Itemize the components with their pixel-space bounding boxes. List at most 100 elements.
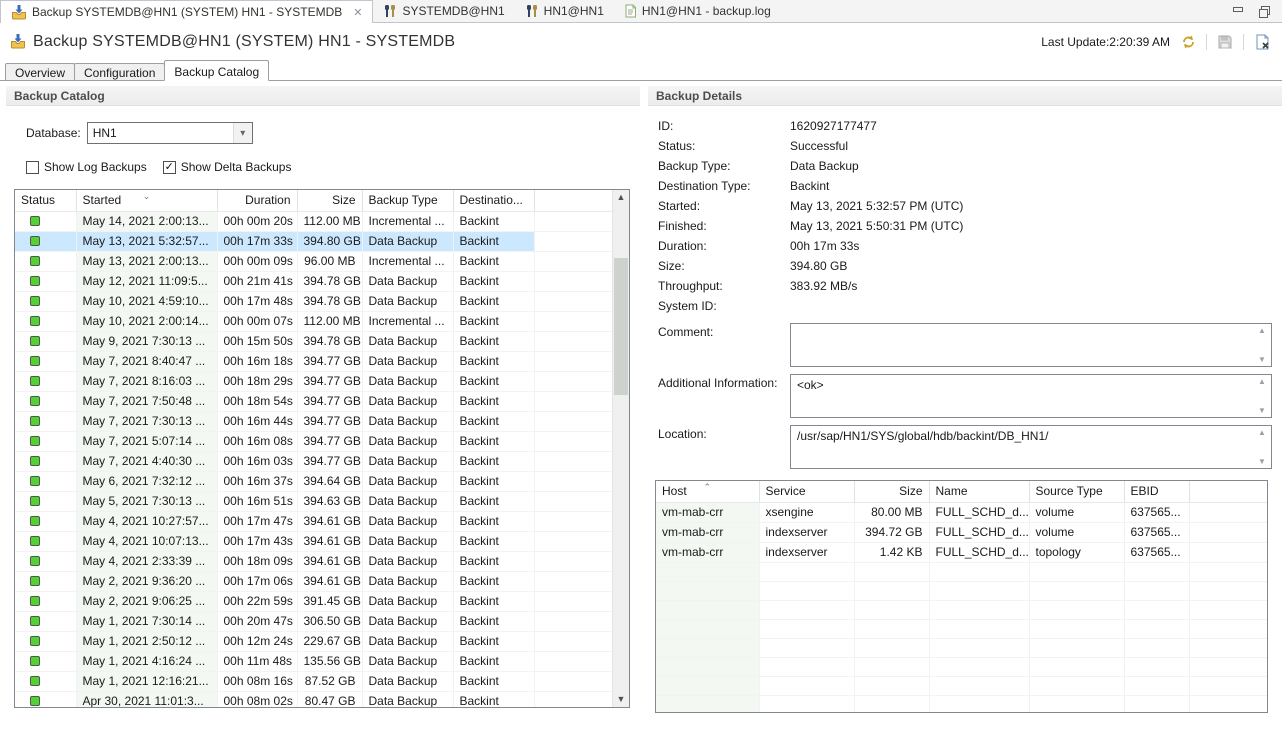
table-row[interactable]: May 5, 2021 7:30:13 ...00h 16m 51s394.63… <box>15 491 614 511</box>
column-header[interactable]: Source Type <box>1029 481 1124 502</box>
table-row[interactable]: May 7, 2021 4:40:30 ...00h 16m 03s394.77… <box>15 451 614 471</box>
table-row[interactable]: May 7, 2021 7:50:48 ...00h 18m 54s394.77… <box>15 391 614 411</box>
detail-field-label: System ID: <box>658 296 790 316</box>
column-header[interactable]: Started⌄ <box>76 190 217 211</box>
column-header[interactable]: Name <box>929 481 1029 502</box>
cell <box>656 657 759 676</box>
cell <box>1189 600 1267 619</box>
column-header[interactable]: Service <box>759 481 854 502</box>
cell: 00h 18m 54s <box>217 391 297 411</box>
cell: 00h 21m 41s <box>217 271 297 291</box>
table-row[interactable]: May 13, 2021 5:32:57...00h 17m 33s394.80… <box>15 231 614 251</box>
column-header[interactable]: Destinatio... <box>453 190 534 211</box>
textbox-scroll-icons: ▲▼ <box>1255 428 1269 466</box>
table-row[interactable]: May 4, 2021 10:07:13...00h 17m 43s394.61… <box>15 531 614 551</box>
editor-tab[interactable]: HN1@HN1 <box>515 0 614 22</box>
refresh-button[interactable] <box>1178 33 1198 51</box>
show-log-backups-checkbox[interactable]: Show Log Backups <box>26 160 147 174</box>
toolbar-separator <box>1243 34 1244 50</box>
table-row[interactable]: May 2, 2021 9:06:25 ...00h 22m 59s391.45… <box>15 591 614 611</box>
editor-tab[interactable]: SYSTEMDB@HN1 <box>373 0 514 22</box>
close-icon[interactable]: ✕ <box>353 6 362 19</box>
column-header[interactable] <box>1189 481 1267 502</box>
column-header[interactable]: Host⌃ <box>656 481 759 502</box>
cell: May 7, 2021 4:40:30 ... <box>76 451 217 471</box>
status-ok-icon <box>30 356 40 366</box>
table-row[interactable]: May 7, 2021 8:16:03 ...00h 18m 29s394.77… <box>15 371 614 391</box>
table-row[interactable]: Apr 30, 2021 11:01:3...00h 08m 02s80.47 … <box>15 691 614 708</box>
cell: 00h 17m 47s <box>217 511 297 531</box>
cell: Data Backup <box>362 371 453 391</box>
table-row[interactable]: vm-mab-crrindexserver1.42 KBFULL_SCHD_d.… <box>656 542 1267 562</box>
cell <box>854 695 929 713</box>
scroll-down-icon[interactable]: ▼ <box>613 692 629 707</box>
column-header[interactable]: Backup Type <box>362 190 453 211</box>
show-delta-backups-checkbox[interactable]: ✓ Show Delta Backups <box>163 160 292 174</box>
additional-information-field[interactable]: <ok> ▲▼ <box>790 374 1272 418</box>
tab-overview[interactable]: Overview <box>5 63 75 81</box>
table-row[interactable]: vm-mab-crrindexserver394.72 GBFULL_SCHD_… <box>656 522 1267 542</box>
cell: Backint <box>453 551 534 571</box>
cell <box>534 251 614 271</box>
cell <box>1124 638 1189 657</box>
database-value: HN1 <box>93 126 117 140</box>
discard-log-button[interactable] <box>1252 33 1272 51</box>
table-row[interactable]: May 9, 2021 7:30:13 ...00h 15m 50s394.78… <box>15 331 614 351</box>
table-row[interactable]: May 14, 2021 2:00:13...00h 00m 20s112.00… <box>15 211 614 231</box>
table-row[interactable]: May 10, 2021 4:59:10...00h 17m 48s394.78… <box>15 291 614 311</box>
backup-details-panel: Backup Details ID:1620927177477Status:Su… <box>648 86 1282 713</box>
table-row[interactable]: May 6, 2021 7:32:12 ...00h 16m 37s394.64… <box>15 471 614 491</box>
table-row[interactable]: May 10, 2021 2:00:14...00h 00m 07s112.00… <box>15 311 614 331</box>
table-row[interactable]: May 7, 2021 7:30:13 ...00h 16m 44s394.77… <box>15 411 614 431</box>
additional-information-value: <ok> <box>797 378 824 392</box>
cell: May 13, 2021 2:00:13... <box>76 251 217 271</box>
cell <box>1029 638 1124 657</box>
table-row[interactable]: May 1, 2021 7:30:14 ...00h 20m 47s306.50… <box>15 611 614 631</box>
restore-icon[interactable] <box>1258 5 1270 17</box>
cell <box>534 391 614 411</box>
scroll-up-icon[interactable]: ▲ <box>613 190 629 205</box>
cell: 87.52 GB <box>297 671 362 691</box>
cell: May 1, 2021 2:50:12 ... <box>76 631 217 651</box>
cell <box>1029 676 1124 695</box>
table-row[interactable]: May 2, 2021 9:36:20 ...00h 17m 06s394.61… <box>15 571 614 591</box>
comment-field[interactable]: ▲▼ <box>790 323 1272 367</box>
cell: 637565... <box>1124 542 1189 562</box>
cell: Data Backup <box>362 451 453 471</box>
editor-tab[interactable]: HN1@HN1 - backup.log <box>614 0 781 22</box>
table-row[interactable]: May 1, 2021 2:50:12 ...00h 12m 24s229.67… <box>15 631 614 651</box>
tab-backup-catalog[interactable]: Backup Catalog <box>164 60 269 81</box>
table-row[interactable]: May 4, 2021 10:27:57...00h 17m 47s394.61… <box>15 511 614 531</box>
column-header[interactable]: Size <box>854 481 929 502</box>
detail-field-row: System ID: <box>658 296 1282 316</box>
cell: 00h 18m 29s <box>217 371 297 391</box>
table-row[interactable]: May 13, 2021 2:00:13...00h 00m 09s96.00 … <box>15 251 614 271</box>
cell: 637565... <box>1124 522 1189 542</box>
column-header[interactable]: Duration <box>217 190 297 211</box>
table-row[interactable]: May 12, 2021 11:09:5...00h 21m 41s394.78… <box>15 271 614 291</box>
minimize-icon[interactable] <box>1232 5 1244 17</box>
database-select[interactable]: HN1 ▾ <box>87 122 253 144</box>
cell <box>656 695 759 713</box>
tab-configuration[interactable]: Configuration <box>74 63 165 81</box>
table-row[interactable]: May 1, 2021 4:16:24 ...00h 11m 48s135.56… <box>15 651 614 671</box>
table-row[interactable]: vm-mab-crrxsengine80.00 MBFULL_SCHD_d...… <box>656 502 1267 522</box>
cell <box>854 600 929 619</box>
column-header[interactable]: EBID <box>1124 481 1189 502</box>
table-row[interactable]: May 7, 2021 5:07:14 ...00h 16m 08s394.77… <box>15 431 614 451</box>
column-header[interactable]: Status <box>15 190 76 211</box>
table-row[interactable]: May 7, 2021 8:40:47 ...00h 16m 18s394.77… <box>15 351 614 371</box>
location-field[interactable]: /usr/sap/HN1/SYS/global/hdb/backint/DB_H… <box>790 425 1272 469</box>
column-header[interactable] <box>534 190 614 211</box>
empty-row <box>656 562 1267 581</box>
save-button[interactable] <box>1215 33 1235 51</box>
vertical-scrollbar[interactable]: ▲ ▼ <box>612 190 629 707</box>
editor-tab[interactable]: Backup SYSTEMDB@HN1 (SYSTEM) HN1 - SYSTE… <box>0 0 373 23</box>
table-row[interactable]: May 1, 2021 12:16:21...00h 08m 16s87.52 … <box>15 671 614 691</box>
column-header[interactable]: Size <box>297 190 362 211</box>
cell: Data Backup <box>362 471 453 491</box>
cell <box>15 311 76 331</box>
scrollbar-thumb[interactable] <box>614 258 628 395</box>
table-row[interactable]: May 4, 2021 2:33:39 ...00h 18m 09s394.61… <box>15 551 614 571</box>
cell: Data Backup <box>362 231 453 251</box>
